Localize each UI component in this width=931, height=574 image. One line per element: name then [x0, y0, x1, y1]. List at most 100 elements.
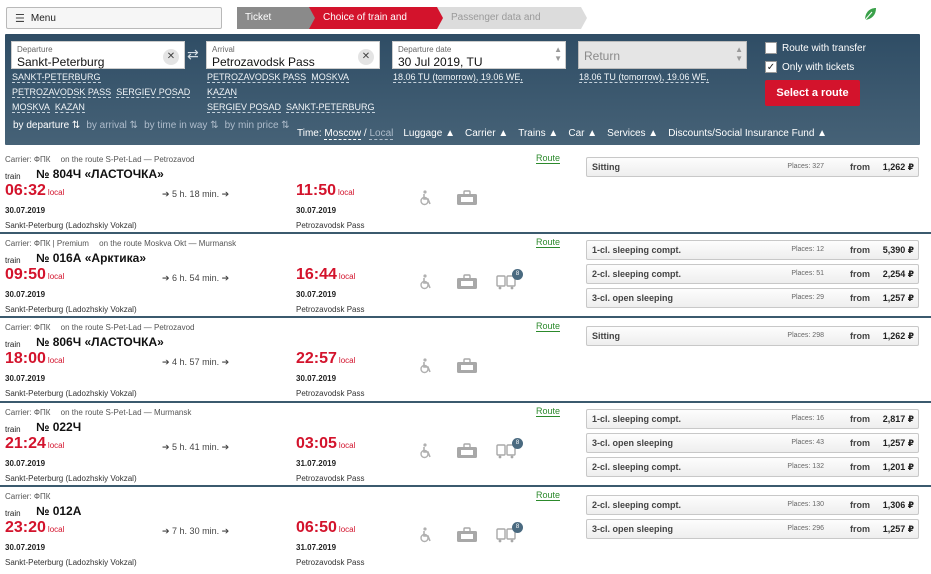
min-price: 1,201 ₽: [882, 462, 914, 472]
from-label: from: [850, 293, 870, 303]
arrival-suggestion[interactable]: MOSKVA: [311, 72, 350, 83]
date-suggestion[interactable]: 18.06 TU (tomorrow), 19.06 WE,: [393, 72, 523, 83]
arrival-field[interactable]: Arrival Petrozavodsk Pass ✕: [206, 41, 380, 69]
swap-icon[interactable]: ⇄: [187, 46, 199, 63]
filter-carrier[interactable]: Carrier ▲: [465, 128, 508, 139]
filter-car[interactable]: Car ▲: [568, 128, 597, 139]
menu-button[interactable]: ☰ Menu: [6, 7, 222, 29]
arrival-suggestion[interactable]: SERGIEV POSAD: [207, 102, 282, 113]
car-class-name: 2-cl. sleeping compt.: [592, 269, 682, 279]
step-choice-of-train: Choice of train and place: [309, 7, 443, 45]
car-class-name: 2-cl. sleeping compt.: [592, 500, 682, 510]
departure-date-field[interactable]: Departure date 30 Jul 2019, TU ▲ ▼: [392, 41, 566, 69]
carrier-info: Carrier: ФПК on the route S-Pet-Lad — Mu…: [5, 408, 191, 417]
transfer-label: Route with transfer: [782, 42, 866, 54]
train-number[interactable]: № 012А: [36, 504, 81, 518]
car-class-option[interactable]: 3-cl. open sleeping Places: 43 from 1,25…: [586, 433, 919, 453]
departure-suggestion[interactable]: SERGIEV POSAD: [116, 87, 191, 98]
departure-field[interactable]: Departure Sankt-Peterburg ✕: [11, 41, 185, 69]
arrival-suggestion[interactable]: SANKT-PETERBURG: [286, 102, 375, 113]
departure-suggestion[interactable]: MOSKVA: [12, 102, 50, 113]
train-number[interactable]: № 022Ч: [36, 420, 81, 434]
local-label: local: [47, 272, 65, 281]
arrival-suggestion[interactable]: PETROZAVODSK PASS: [207, 72, 307, 83]
car-class-option[interactable]: 1-cl. sleeping compt. Places: 12 from 5,…: [586, 240, 919, 260]
luggage-icon: [457, 527, 477, 542]
sort-by-time[interactable]: by time in way ⇅: [144, 120, 219, 131]
min-price: 2,254 ₽: [882, 269, 914, 279]
sort-by-price[interactable]: by min price ⇅: [225, 120, 290, 131]
car-class-option[interactable]: Sitting Places: 298 from 1,262 ₽: [586, 326, 919, 346]
return-suggestions: 18.06 TU (tomorrow), 19.06 WE,: [579, 70, 714, 85]
departure-suggestion[interactable]: SANKT-PETERBURG: [12, 72, 101, 83]
departure-station: Sankt-Peterburg (Ladozhskiy Vokzal): [5, 221, 137, 230]
arrival-date: 31.07.2019: [296, 543, 337, 552]
return-date-field[interactable]: Return ▲ ▼: [578, 41, 747, 69]
only-tickets-checkbox[interactable]: ✓: [765, 61, 777, 73]
route-link[interactable]: Route: [536, 321, 561, 332]
local-label: local: [338, 356, 356, 365]
departure-date: 30.07.2019: [5, 206, 46, 215]
step-ticket-search[interactable]: Ticket search: [237, 7, 315, 45]
car-class-option[interactable]: 2-cl. sleeping compt. Places: 132 from 1…: [586, 457, 919, 477]
places-count: Places: 29: [791, 294, 824, 301]
departure-date: 30.07.2019: [5, 374, 46, 383]
hamburger-icon: ☰: [15, 12, 25, 25]
route-text: on the route S-Pet-Lad — Petrozavod: [60, 155, 195, 164]
route-text: on the route S-Pet-Lad — Petrozavod: [60, 323, 195, 332]
carrier-info: Carrier: ФПК on the route S-Pet-Lad — Pe…: [5, 155, 194, 164]
car-class-option[interactable]: 2-cl. sleeping compt. Places: 51 from 2,…: [586, 264, 919, 284]
route-link[interactable]: Route: [536, 237, 561, 248]
car-class-option[interactable]: Sitting Places: 327 from 1,262 ₽: [586, 157, 919, 177]
filter-discounts[interactable]: Discounts/Social Insurance Fund ▲: [668, 128, 827, 139]
clear-departure-icon[interactable]: ✕: [163, 49, 179, 65]
carrier-name: Carrier: ФПК: [5, 492, 51, 501]
car-class-option[interactable]: 3-cl. open sleeping Places: 296 from 1,2…: [586, 519, 919, 539]
arrival-suggestion[interactable]: KAZAN: [207, 87, 238, 98]
transfer-checkbox[interactable]: [765, 42, 777, 54]
clear-arrival-icon[interactable]: ✕: [358, 49, 374, 65]
car-class-option[interactable]: 2-cl. sleeping compt. Places: 130 from 1…: [586, 495, 919, 515]
transfer-checkbox-row[interactable]: Route with transfer: [765, 42, 866, 54]
arrival-time: 16:44 local: [296, 266, 356, 283]
places-count: Places: 130: [787, 501, 824, 508]
route-link[interactable]: Route: [536, 153, 561, 164]
departure-suggestion[interactable]: KAZAN: [54, 102, 85, 113]
route-link[interactable]: Route: [536, 406, 561, 417]
train-number[interactable]: № 804Ч «ЛАСТОЧКА»: [36, 167, 164, 181]
car-class-name: 3-cl. open sleeping: [592, 524, 674, 534]
departure-suggestions: SANKT-PETERBURG PETROZAVODSK PASS SERGIEV…: [12, 70, 192, 115]
train-number[interactable]: № 016А «Арктика»: [36, 251, 146, 265]
filter-services[interactable]: Services ▲: [607, 128, 658, 139]
places-count: Places: 327: [787, 163, 824, 170]
trip-duration: ➔ 5 h. 41 min. ➔: [162, 442, 230, 452]
train-type: train: [5, 340, 21, 349]
wheelchair-icon: [420, 358, 431, 374]
luggage-icon: [457, 274, 477, 289]
car-class-option[interactable]: 1-cl. sleeping compt. Places: 16 from 2,…: [586, 409, 919, 429]
time-moscow-toggle[interactable]: Moscow: [324, 128, 362, 140]
only-tickets-checkbox-row[interactable]: ✓ Only with tickets: [765, 61, 854, 73]
car-class-option[interactable]: 3-cl. open sleeping Places: 29 from 1,25…: [586, 288, 919, 308]
sort-by-departure[interactable]: by departure ⇅: [13, 120, 80, 131]
carrier-info: Carrier: ФПК | Premium on the route Mosk…: [5, 239, 236, 248]
select-route-button[interactable]: Select a route: [765, 80, 860, 106]
return-suggestion[interactable]: 18.06 TU (tomorrow), 19.06 WE,: [579, 72, 709, 83]
luggage-icon: [457, 190, 477, 205]
from-label: from: [850, 162, 870, 172]
time-local-toggle[interactable]: Local: [369, 128, 394, 140]
train-type: train: [5, 256, 21, 265]
route-link[interactable]: Route: [536, 490, 561, 501]
departure-suggestion[interactable]: PETROZAVODSK PASS: [12, 87, 112, 98]
car-class-name: Sitting: [592, 162, 620, 172]
train-number[interactable]: № 806Ч «ЛАСТОЧКА»: [36, 335, 164, 349]
local-label: local: [47, 356, 65, 365]
filter-luggage[interactable]: Luggage ▲: [403, 128, 455, 139]
train-row: Carrier: ФПК Route train № 012А 23:20 loc…: [0, 487, 931, 574]
date-stepper-icon[interactable]: ▲ ▼: [554, 45, 562, 63]
sort-by-arrival[interactable]: by arrival ⇅: [86, 120, 138, 131]
return-stepper-icon[interactable]: ▲ ▼: [735, 45, 743, 63]
car-class-name: 1-cl. sleeping compt.: [592, 414, 682, 424]
filter-trains[interactable]: Trains ▲: [518, 128, 558, 139]
min-price: 1,306 ₽: [882, 500, 914, 510]
